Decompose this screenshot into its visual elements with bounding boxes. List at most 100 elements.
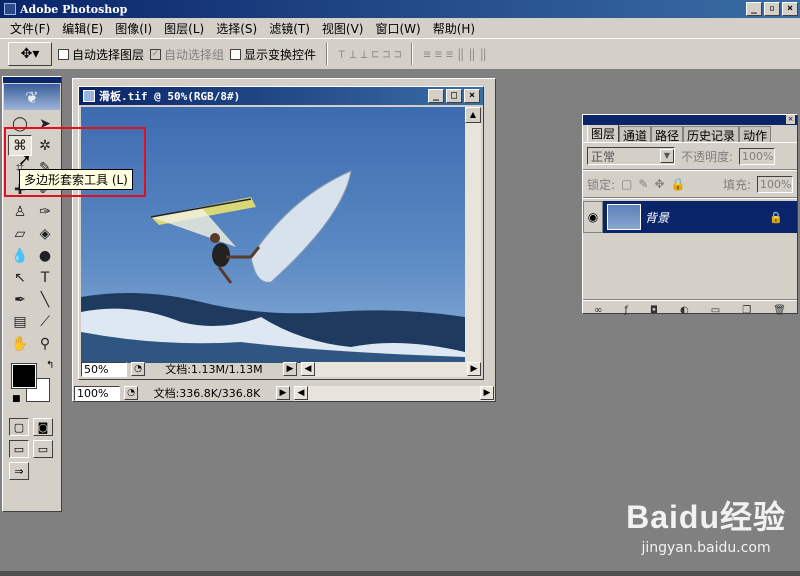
- blend-mode-select[interactable]: 正常 ▼: [587, 147, 675, 165]
- lock-position-icon[interactable]: ✥: [654, 177, 664, 191]
- history-brush-icon[interactable]: ✑: [33, 201, 57, 222]
- show-transform-option[interactable]: 显示变换控件: [230, 46, 316, 63]
- panel-close-icon[interactable]: ×: [786, 115, 795, 124]
- new-group-icon[interactable]: ▭: [711, 305, 720, 316]
- doc-close-button[interactable]: ×: [464, 89, 480, 103]
- blur-tool-icon[interactable]: 💧: [8, 245, 32, 266]
- tab-layers[interactable]: 图层: [587, 124, 620, 142]
- outer-status-menu-arrow[interactable]: ▶: [276, 386, 290, 400]
- restore-button[interactable]: ▫: [764, 2, 780, 16]
- scroll-right-icon[interactable]: ▶: [467, 361, 481, 376]
- auto-select-layer-option[interactable]: 自动选择图层: [58, 46, 144, 63]
- doc-maximize-button[interactable]: □: [446, 89, 462, 103]
- distribute-hcenter-icon[interactable]: ‖: [468, 47, 475, 61]
- auto-select-layer-label: 自动选择图层: [72, 47, 145, 62]
- doc-status-menu-arrow[interactable]: ▶: [283, 362, 297, 376]
- doc-horizontal-scrollbar[interactable]: ◀ ▶: [301, 361, 481, 377]
- delete-layer-icon[interactable]: 🗑: [773, 305, 786, 316]
- document-icon: [83, 90, 95, 102]
- layer-mask-icon[interactable]: ◘: [650, 305, 658, 316]
- screen-mode-full-menu-button[interactable]: ▭: [33, 440, 53, 458]
- notes-tool-icon[interactable]: ▤: [8, 311, 32, 332]
- layers-panel-titlebar[interactable]: ×: [583, 115, 797, 125]
- lock-image-icon[interactable]: ✎: [638, 177, 648, 191]
- tab-actions[interactable]: 动作: [739, 126, 772, 143]
- document-titlebar[interactable]: 滑板.tif @ 50%(RGB/8#) _ □ ×: [79, 87, 483, 105]
- eraser-tool-icon[interactable]: ▱: [8, 223, 32, 244]
- default-colors-icon[interactable]: ■: [12, 394, 21, 404]
- lock-all-icon[interactable]: 🔒: [671, 177, 686, 191]
- doc-status-button[interactable]: ◔: [131, 362, 145, 376]
- adjustment-layer-icon[interactable]: ◐: [680, 305, 689, 316]
- clone-stamp-icon[interactable]: ♙: [8, 201, 32, 222]
- menu-file[interactable]: 文件(F): [4, 20, 56, 37]
- menu-help[interactable]: 帮助(H): [427, 20, 481, 37]
- line-tool-icon[interactable]: ╲: [33, 289, 57, 310]
- menu-view[interactable]: 视图(V): [316, 20, 370, 37]
- jump-to-imageready-button[interactable]: ⇒: [9, 462, 29, 480]
- zoom-tool-icon[interactable]: ⚲: [33, 333, 57, 354]
- swap-colors-icon[interactable]: ↰: [46, 360, 54, 371]
- menu-filter[interactable]: 滤镜(T): [263, 20, 316, 37]
- align-left-icon[interactable]: ⊏: [372, 47, 379, 61]
- minimize-button[interactable]: _: [746, 2, 762, 16]
- foreground-color-swatch[interactable]: [11, 363, 37, 389]
- opacity-label: 不透明度:: [681, 149, 734, 164]
- mouse-cursor-icon: ➚: [18, 150, 32, 169]
- tab-history[interactable]: 历史记录: [683, 126, 740, 143]
- panel-tabs: 图层 通道 路径 历史记录 动作: [583, 124, 797, 143]
- align-bottom-icon[interactable]: ⊥: [361, 47, 368, 61]
- hand-tool-icon[interactable]: ✋: [8, 333, 32, 354]
- new-layer-icon[interactable]: ❐: [742, 305, 751, 316]
- distribute-top-icon[interactable]: ≡: [423, 47, 430, 61]
- distribute-vcenter-icon[interactable]: ≡: [435, 47, 442, 61]
- scroll-left-icon[interactable]: ◀: [301, 361, 315, 376]
- visibility-eye-icon[interactable]: ◉: [583, 201, 603, 233]
- type-tool-icon[interactable]: T: [33, 267, 57, 288]
- distribute-left-icon[interactable]: ‖: [457, 47, 464, 61]
- menu-window[interactable]: 窗口(W): [369, 20, 426, 37]
- doc-size: 文档:1.13M/1.13M: [165, 363, 263, 376]
- dodge-tool-icon[interactable]: ●: [33, 245, 57, 266]
- path-selection-icon[interactable]: ↖: [8, 267, 32, 288]
- show-transform-checkbox[interactable]: [230, 48, 242, 60]
- options-bar: ✥▾ 自动选择图层 ✓ 自动选择组 显示变换控件 ⊤ ⊥ ⊥ ⊏ ⊐ ⊐ ≡ ≡…: [0, 38, 800, 70]
- tab-channels[interactable]: 通道: [619, 126, 652, 143]
- doc-zoom-field[interactable]: 50%: [81, 361, 127, 377]
- align-top-icon[interactable]: ⊤: [338, 47, 345, 61]
- outer-horizontal-scrollbar[interactable]: ◀ ▶: [294, 385, 494, 401]
- auto-select-layer-checkbox[interactable]: [58, 48, 69, 60]
- feather-logo-icon[interactable]: ❦: [4, 84, 60, 110]
- tab-paths[interactable]: 路径: [651, 126, 684, 143]
- screen-mode-standard-button[interactable]: ▭: [9, 440, 29, 458]
- eyedropper-tool-icon[interactable]: ⟋: [33, 311, 57, 332]
- align-vcenter-icon[interactable]: ⊥: [349, 47, 356, 61]
- distribute-right-icon[interactable]: ‖: [480, 47, 487, 61]
- close-button[interactable]: ×: [782, 2, 798, 16]
- layer-row-background[interactable]: ◉ 背景 🔒: [583, 201, 797, 233]
- paint-bucket-icon[interactable]: ◈: [33, 223, 57, 244]
- toolbox-titlebar[interactable]: [3, 77, 61, 83]
- doc-vertical-scrollbar[interactable]: ▲: [465, 107, 481, 363]
- lock-transparency-icon[interactable]: ▢: [621, 177, 632, 191]
- menu-layer[interactable]: 图层(L): [158, 20, 210, 37]
- menu-image[interactable]: 图像(I): [109, 20, 158, 37]
- layer-style-icon[interactable]: ƒ: [624, 305, 628, 316]
- layer-list: ◉ 背景 🔒: [583, 201, 797, 299]
- menu-select[interactable]: 选择(S): [210, 20, 263, 37]
- opacity-field[interactable]: 100%: [739, 147, 776, 165]
- align-hcenter-icon[interactable]: ⊐: [383, 47, 390, 61]
- outer-status-button[interactable]: ◔: [124, 386, 138, 400]
- outer-zoom-field[interactable]: 100%: [74, 385, 120, 401]
- tool-preset-picker[interactable]: ✥▾: [8, 42, 52, 66]
- quick-mask-button[interactable]: ◙: [33, 418, 53, 436]
- pen-tool-icon[interactable]: ✒: [8, 289, 32, 310]
- doc-minimize-button[interactable]: _: [428, 89, 444, 103]
- align-right-icon[interactable]: ⊐: [394, 47, 401, 61]
- fill-field[interactable]: 100%: [757, 175, 793, 193]
- link-layers-icon[interactable]: ∞: [594, 305, 602, 316]
- scroll-up-icon[interactable]: ▲: [465, 107, 481, 123]
- standard-mode-button[interactable]: ▢: [9, 418, 29, 436]
- distribute-bottom-icon[interactable]: ≡: [446, 47, 453, 61]
- menu-edit[interactable]: 编辑(E): [56, 20, 109, 37]
